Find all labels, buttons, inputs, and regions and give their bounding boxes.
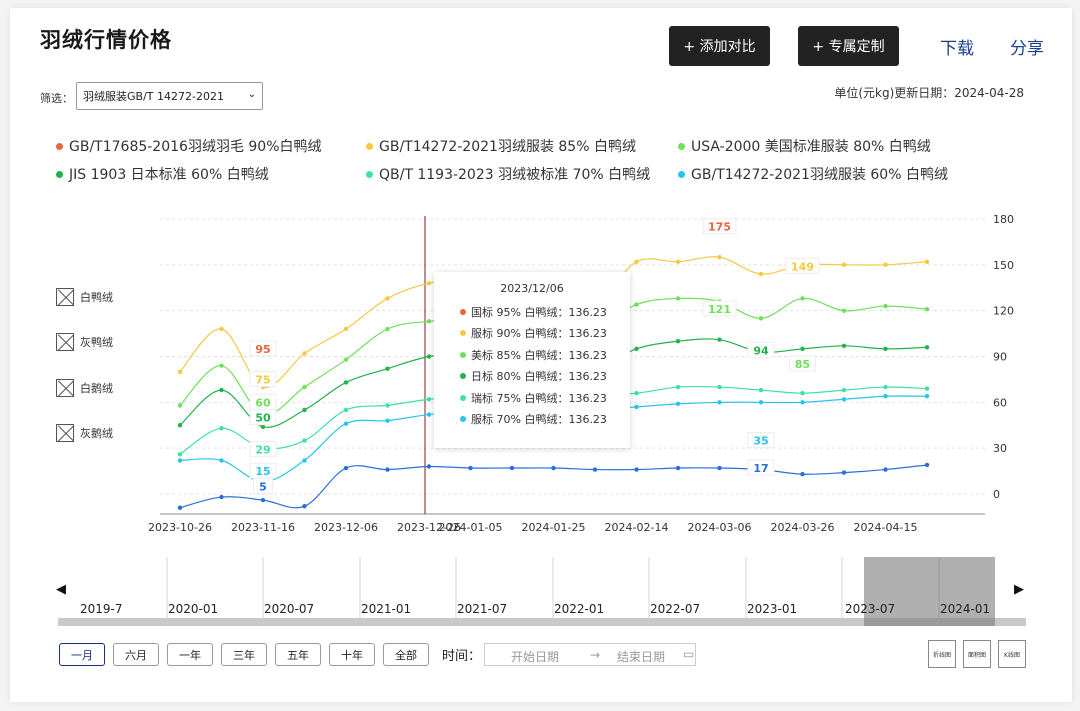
end-date-input[interactable]: 结束日期: [617, 648, 665, 665]
range-button[interactable]: 六月: [113, 643, 159, 666]
chart-type-button[interactable]: 面积图: [963, 640, 991, 668]
timeline-label: 2020-07: [264, 602, 315, 616]
chart-type-button[interactable]: K线图: [998, 640, 1026, 668]
timeline-right-arrow-icon[interactable]: ▶: [1014, 582, 1024, 597]
timeline-navigator[interactable]: [0, 0, 1080, 711]
timeline-label: 2019-7: [80, 602, 123, 616]
timeline-left-arrow-icon[interactable]: ◀: [56, 582, 66, 597]
calendar-icon[interactable]: ▭: [683, 647, 694, 661]
timeline-label: 2021-01: [361, 602, 412, 616]
timeline-label: 2024-01: [940, 602, 991, 616]
timeline-label: 2021-07: [457, 602, 508, 616]
timeline-label: 2020-01: [168, 602, 219, 616]
timeline-scroll-thumb[interactable]: [864, 618, 995, 626]
date-range-picker[interactable]: 开始日期 → 结束日期 ▭: [484, 643, 696, 666]
start-date-input[interactable]: 开始日期: [511, 648, 559, 665]
time-label: 时间：: [442, 649, 482, 664]
timeline-label: 2023-01: [747, 602, 798, 616]
range-button[interactable]: 一月: [59, 643, 105, 666]
range-button[interactable]: 三年: [221, 643, 267, 666]
range-button[interactable]: 一年: [167, 643, 213, 666]
arrow-right-icon: →: [590, 648, 601, 662]
timeline-label: 2022-07: [650, 602, 701, 616]
range-button[interactable]: 全部: [383, 643, 429, 666]
chart-type-button[interactable]: 折线图: [928, 640, 956, 668]
timeline-label: 2023-07: [845, 602, 896, 616]
range-button[interactable]: 十年: [329, 643, 375, 666]
range-button[interactable]: 五年: [275, 643, 321, 666]
timeline-label: 2022-01: [554, 602, 605, 616]
